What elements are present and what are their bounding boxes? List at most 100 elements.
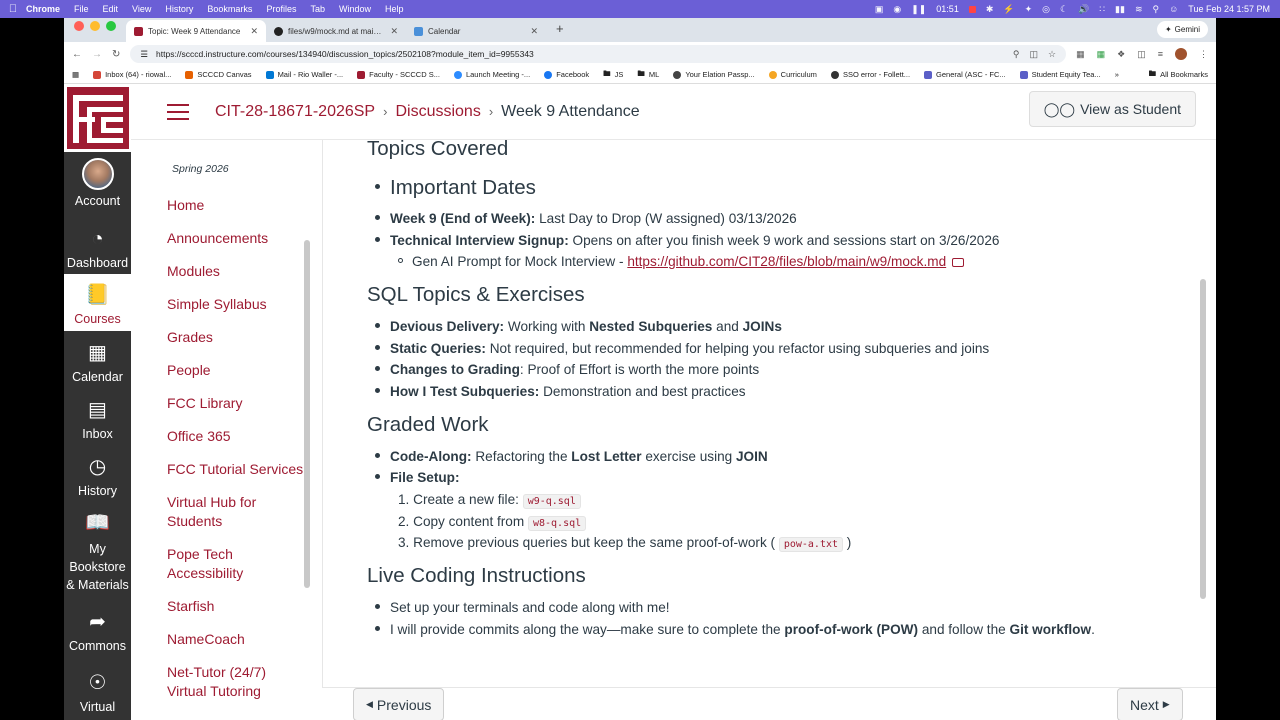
menu-bookmarks[interactable]: Bookmarks	[207, 4, 252, 14]
bookmark-facebook[interactable]: Facebook	[544, 70, 589, 79]
course-nav-tutorial[interactable]: FCC Tutorial Services	[167, 460, 303, 479]
pause-icon[interactable]: ❚❚	[911, 4, 926, 15]
close-window-button[interactable]	[74, 21, 84, 31]
bolt-icon[interactable]: ⚡	[1003, 4, 1014, 15]
course-nav-virtual-hub[interactable]: Virtual Hub for Students	[167, 493, 307, 531]
nav-inbox[interactable]: ▤ Inbox	[64, 397, 131, 441]
pinwheel-icon[interactable]: ✱	[986, 4, 994, 15]
bookmark-canvas[interactable]: SCCCD Canvas	[185, 70, 252, 79]
battery-icon[interactable]: ▮▮	[1115, 4, 1125, 15]
user-switch-icon[interactable]: ☺	[1169, 4, 1178, 14]
tab-github-mock[interactable]: files/w9/mock.md at main · C ✕	[266, 20, 406, 42]
nav-bookstore[interactable]: 📖 My Bookstore & Materials	[64, 510, 131, 594]
bookmark-star-icon[interactable]: ☆	[1048, 49, 1056, 60]
close-tab-icon[interactable]: ✕	[250, 26, 258, 37]
nav-account[interactable]: Account	[64, 158, 131, 208]
gemini-button[interactable]: ✦ Gemini	[1156, 21, 1208, 38]
forward-icon[interactable]: →	[92, 49, 102, 60]
nav-commons[interactable]: ➦ Commons	[64, 609, 131, 653]
bookmark-zoom[interactable]: Launch Meeting -...	[453, 70, 530, 79]
apps-grid-icon[interactable]: ▦	[72, 70, 79, 79]
extension-icon-1[interactable]: ▦	[1076, 49, 1085, 60]
menu-app[interactable]: Chrome	[26, 4, 60, 14]
cast-icon[interactable]: ◫	[1030, 49, 1039, 60]
bookmark-gmail[interactable]: Inbox (64) - riowal...	[93, 70, 171, 79]
bookmark-teams-general[interactable]: General (ASC - FC...	[924, 70, 1006, 79]
wifi-icon[interactable]: ≋	[1135, 4, 1143, 15]
new-tab-icon[interactable]: +	[546, 21, 574, 40]
menu-profiles[interactable]: Profiles	[266, 4, 296, 14]
course-nav-pope-tech[interactable]: Pope Tech Accessibility	[167, 545, 307, 583]
address-bar[interactable]: ☰ https://scccd.instructure.com/courses/…	[130, 45, 1067, 63]
bookmark-curriculum[interactable]: Curriculum	[768, 70, 817, 79]
menu-help[interactable]: Help	[385, 4, 404, 14]
reading-list-icon[interactable]: ≡	[1158, 49, 1163, 59]
menu-history[interactable]: History	[165, 4, 193, 14]
course-nav-home[interactable]: Home	[167, 196, 204, 215]
nav-courses[interactable]: 📒 Courses	[64, 274, 131, 331]
kebab-menu-icon[interactable]: ⋮	[1199, 49, 1208, 60]
site-info-icon[interactable]: ☰	[140, 49, 148, 60]
zoom-window-button[interactable]	[106, 21, 116, 31]
back-icon[interactable]: ←	[72, 49, 82, 60]
all-bookmarks[interactable]: 🖿 All Bookmarks	[1149, 68, 1208, 81]
reload-icon[interactable]: ↻	[112, 49, 120, 60]
puzzle-icon[interactable]: ❖	[1117, 49, 1125, 60]
breadcrumb-course[interactable]: CIT-28-18671-2026SP	[215, 103, 375, 121]
bookmark-sso[interactable]: SSO error - Follett...	[830, 70, 910, 79]
sparkle-icon[interactable]: ✦	[1025, 4, 1033, 15]
apple-icon[interactable]: 	[0, 3, 26, 15]
view-as-student-button[interactable]: ◯◯ View as Student	[1028, 91, 1196, 127]
bookmark-folder-ml[interactable]: 🖿 ML	[637, 68, 659, 81]
course-nav-syllabus[interactable]: Simple Syllabus	[167, 295, 267, 314]
nav-history[interactable]: ◷ History	[64, 454, 131, 498]
menu-tab[interactable]: Tab	[310, 4, 325, 14]
sidepanel-icon[interactable]: ◫	[1137, 49, 1146, 60]
zoom-icon[interactable]: ⚲	[1013, 49, 1020, 60]
nav-dashboard[interactable]: ◔ Dashboard	[64, 226, 131, 270]
previous-button[interactable]: ◀ Previous	[353, 688, 445, 720]
course-nav-net-tutor[interactable]: Net-Tutor (24/7) Virtual Tutoring	[167, 663, 307, 701]
content-scrollbar[interactable]	[1200, 279, 1206, 599]
menu-file[interactable]: File	[74, 4, 89, 14]
bookmark-mail[interactable]: Mail - Rio Waller -...	[265, 70, 343, 79]
menu-edit[interactable]: Edit	[103, 4, 119, 14]
breadcrumb-discussions[interactable]: Discussions	[395, 103, 480, 121]
tab-calendar[interactable]: Calendar ✕	[406, 20, 546, 42]
bookmark-folder-js[interactable]: 🖿 JS	[603, 68, 623, 81]
profile-avatar[interactable]	[1175, 48, 1187, 60]
bluetooth-icon[interactable]: ∷	[1099, 4, 1105, 15]
course-nav-starfish[interactable]: Starfish	[167, 597, 214, 616]
mock-md-link[interactable]: https://github.com/CIT28/files/blob/main…	[627, 254, 946, 269]
bookmark-faculty[interactable]: Faculty - SCCCD S...	[357, 70, 440, 79]
extension-icon-2[interactable]: ▦	[1097, 49, 1106, 60]
clock[interactable]: Tue Feb 24 1:57 PM	[1188, 4, 1270, 14]
close-tab-icon[interactable]: ✕	[390, 26, 398, 37]
minimize-window-button[interactable]	[90, 21, 100, 31]
hamburger-menu-icon[interactable]	[167, 103, 189, 120]
volume-icon[interactable]: 🔊	[1078, 4, 1089, 15]
search-icon[interactable]: ⚲	[1152, 4, 1159, 15]
course-nav-grades[interactable]: Grades	[167, 328, 213, 347]
course-nav-announcements[interactable]: Announcements	[167, 229, 268, 248]
control-icon[interactable]: ◎	[1042, 4, 1050, 15]
moon-icon[interactable]: ☾	[1060, 4, 1068, 15]
screen-share-icon[interactable]: ▣	[875, 4, 884, 15]
tab-week9-attendance[interactable]: Topic: Week 9 Attendance ✕	[126, 20, 266, 42]
close-tab-icon[interactable]: ✕	[530, 26, 538, 37]
record-stop-icon[interactable]	[968, 5, 976, 13]
bookmark-equity[interactable]: Student Equity Tea...	[1019, 70, 1101, 79]
course-nav-library[interactable]: FCC Library	[167, 394, 242, 413]
more-bookmarks-icon[interactable]: »	[1115, 70, 1119, 79]
nav-calendar[interactable]: ▦ Calendar	[64, 340, 131, 384]
bookmark-elation[interactable]: Your Elation Passp...	[673, 70, 755, 79]
course-nav-scrollbar[interactable]	[304, 240, 310, 588]
nav-virtual[interactable]: ☉ Virtual	[64, 670, 131, 714]
menu-view[interactable]: View	[132, 4, 151, 14]
course-nav-namecoach[interactable]: NameCoach	[167, 630, 245, 649]
fcc-logo[interactable]	[64, 84, 131, 152]
menu-window[interactable]: Window	[339, 4, 371, 14]
next-button[interactable]: Next ▶	[1117, 688, 1183, 720]
meet-icon[interactable]: ◉	[893, 4, 901, 15]
course-nav-modules[interactable]: Modules	[167, 262, 220, 281]
